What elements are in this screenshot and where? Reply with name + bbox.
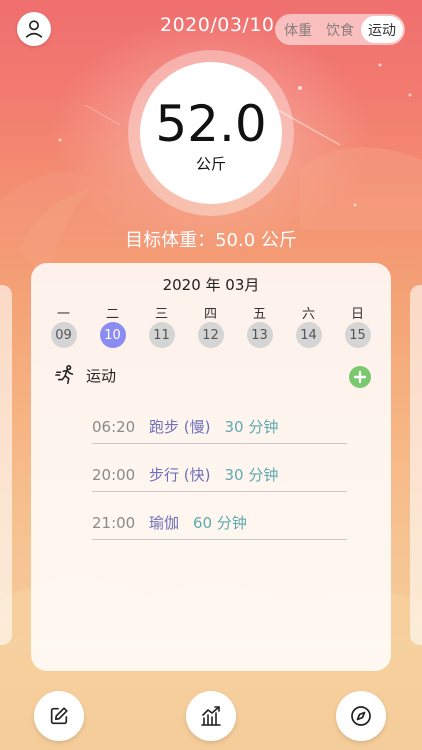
day-button[interactable]: 12 (197, 322, 224, 348)
calendar-month: 2020 年 03月 (162, 276, 260, 294)
weight-circle[interactable]: 52.0 公斤 (140, 62, 282, 204)
discover-button[interactable] (336, 691, 386, 741)
edit-icon (50, 707, 68, 725)
entry-duration: 30 分钟 (224, 466, 279, 484)
current-date: 2020/03/10 (160, 14, 275, 36)
weekday-label: 五 (252, 307, 266, 322)
weekday-label: 六 (301, 307, 315, 322)
day-button[interactable]: 15 (344, 322, 371, 348)
day-button-selected[interactable]: 10 (99, 322, 126, 348)
day-row: 09 10 11 12 13 14 15 (39, 322, 383, 348)
weekday-label: 四 (203, 307, 217, 322)
compass-icon (351, 706, 371, 726)
target-weight: 目标体重：50.0 公斤 (125, 230, 297, 251)
entry-activity: 步行 (快) (149, 466, 211, 484)
entry-time: 06:20 (92, 417, 136, 436)
weekday-label: 一 (56, 307, 70, 322)
tab-weight[interactable]: 体重 (277, 16, 319, 43)
person-icon (25, 20, 43, 38)
entry-duration: 60 分钟 (193, 514, 247, 532)
running-icon (55, 365, 74, 385)
exercise-entry[interactable]: 06:20 跑步 (慢) 30 分钟 (92, 410, 347, 444)
day-button[interactable]: 11 (148, 322, 175, 348)
entry-duration: 30 分钟 (224, 418, 279, 436)
section-label: 运动 (86, 366, 117, 385)
tab-exercise[interactable]: 运动 (361, 16, 403, 43)
tab-diet[interactable]: 饮食 (319, 16, 361, 43)
previous-card-peek[interactable] (0, 285, 12, 645)
entry-activity: 瑜伽 (149, 514, 180, 532)
weight-unit: 公斤 (195, 154, 226, 173)
edit-button[interactable] (34, 691, 84, 741)
add-exercise-button[interactable] (349, 366, 371, 388)
day-button[interactable]: 13 (246, 322, 273, 348)
weight-value: 52.0 (155, 94, 267, 153)
exercise-card: 2020 年 03月 一 二 三 四 五 六 日 09 10 11 12 13 … (31, 263, 391, 671)
day-button[interactable]: 14 (295, 322, 322, 348)
weekday-label: 三 (154, 307, 168, 322)
weekday-label: 二 (105, 307, 119, 322)
exercise-entry[interactable]: 20:00 步行 (快) 30 分钟 (92, 458, 347, 492)
next-card-peek[interactable] (410, 285, 422, 645)
weekday-label: 日 (350, 307, 364, 322)
day-button[interactable]: 09 (50, 322, 77, 348)
chart-icon (201, 706, 221, 726)
statistics-button[interactable] (186, 691, 236, 741)
mode-switcher: 体重 饮食 运动 (275, 14, 405, 45)
weekday-row: 一 二 三 四 五 六 日 (39, 303, 383, 322)
exercise-section-header: 运动 (55, 364, 116, 386)
entry-activity: 跑步 (慢) (149, 418, 211, 436)
entry-time: 20:00 (92, 465, 136, 484)
profile-button[interactable] (17, 12, 51, 46)
exercise-entry[interactable]: 21:00 瑜伽 60 分钟 (92, 506, 347, 540)
plus-icon (353, 370, 367, 384)
entry-time: 21:00 (92, 513, 136, 532)
